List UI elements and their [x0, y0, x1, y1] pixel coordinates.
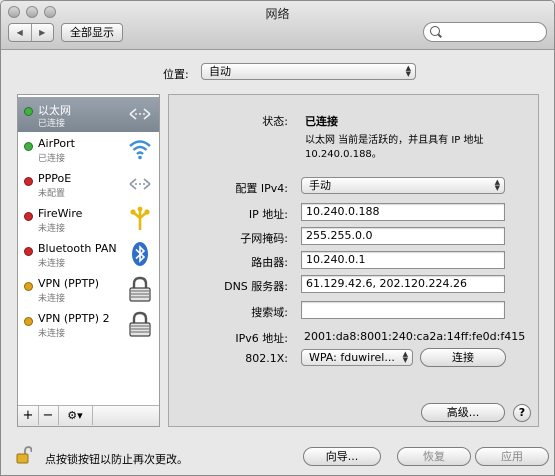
- ethernet-icon: [129, 178, 151, 190]
- advanced-button[interactable]: 高级...: [421, 403, 505, 422]
- location-label: 位置:: [163, 68, 189, 81]
- service-list-controls: + − ⚙▾: [18, 405, 159, 426]
- configure-ipv4-label: 配置 IPv4:: [235, 182, 288, 195]
- service-status: 未连接: [38, 329, 66, 339]
- bluetooth-icon: [132, 242, 148, 266]
- search-icon: [430, 26, 440, 36]
- subnet-mask-label: 子网掩码:: [240, 232, 288, 245]
- service-list: 以太网 已连接 AirPort 已连接 PPPoE 未配置 FireWire 未…: [17, 94, 160, 427]
- service-item-pppoe[interactable]: PPPoE 未配置: [18, 167, 159, 202]
- gear-menu-button[interactable]: ⚙▾: [58, 406, 93, 425]
- status-label: 状态:: [262, 115, 288, 128]
- add-service-button[interactable]: +: [18, 406, 39, 425]
- dns-server-field[interactable]: 61.129.42.6, 202.120.224.26: [301, 275, 505, 293]
- service-name: AirPort: [38, 137, 75, 150]
- location-popup[interactable]: 自动 ▲ ▼: [201, 63, 416, 80]
- service-item-vpn-pptp-2[interactable]: VPN (PPTP) 2 未连接: [18, 307, 159, 342]
- status-dot: [24, 247, 33, 256]
- ipv6-address-label: IPv6 地址:: [235, 332, 288, 345]
- configure-ipv4-value: 手动: [309, 179, 331, 192]
- title-bar: 网络 ◀ ▶ 全部显示: [1, 1, 554, 50]
- router-label: 路由器:: [251, 256, 288, 269]
- network-preferences-window: 网络 ◀ ▶ 全部显示 位置: 自动 ▲ ▼ 以太网 已连接 AirPort 已连…: [0, 0, 555, 476]
- connect-button[interactable]: 连接: [420, 348, 506, 367]
- ipv6-address-value: 2001:da8:8001:240:ca2a:14ff:fe0d:f415: [304, 330, 526, 343]
- service-item-vpn-pptp[interactable]: VPN (PPTP) 未连接: [18, 272, 159, 307]
- forward-arrow-icon[interactable]: ▶: [30, 24, 54, 41]
- dns-server-label: DNS 服务器:: [224, 280, 288, 293]
- lock-icon[interactable]: [16, 446, 32, 464]
- service-name: VPN (PPTP) 2: [38, 312, 110, 325]
- status-dot: [24, 282, 33, 291]
- service-status: 已连接: [38, 154, 66, 164]
- back-forward-control: ◀ ▶: [8, 23, 54, 42]
- status-description-ip: 10.240.0.188。: [305, 149, 382, 160]
- service-status: 未连接: [38, 294, 66, 304]
- revert-button[interactable]: 恢复: [397, 447, 471, 466]
- service-item-firewire[interactable]: FireWire 未连接: [18, 202, 159, 237]
- search-domains-label: 搜索域:: [251, 306, 288, 319]
- service-status: 已连接: [38, 119, 66, 129]
- service-name: PPPoE: [38, 172, 72, 185]
- service-name: VPN (PPTP): [38, 277, 100, 290]
- 802-1x-label: 802.1X:: [245, 352, 288, 365]
- remove-service-button[interactable]: −: [38, 406, 59, 425]
- service-item-bluetooth-pan[interactable]: Bluetooth PAN 未连接: [18, 237, 159, 272]
- service-status: 未连接: [38, 259, 66, 269]
- status-dot: [24, 142, 33, 151]
- back-arrow-icon[interactable]: ◀: [9, 24, 31, 41]
- assist-me-button[interactable]: 向导...: [303, 447, 381, 466]
- service-status: 未配置: [38, 189, 66, 199]
- location-value: 自动: [209, 65, 231, 78]
- popup-arrows-icon: ▲ ▼: [402, 350, 408, 364]
- service-name: FireWire: [38, 207, 83, 220]
- subnet-mask-field[interactable]: 255.255.0.0: [301, 227, 505, 245]
- status-description: 以太网 当前是活跃的，并且具有 IP 地址: [305, 135, 484, 146]
- status-dot: [24, 177, 33, 186]
- status-dot: [24, 107, 33, 116]
- ip-address-label: IP 地址:: [248, 208, 288, 221]
- status-dot: [24, 212, 33, 221]
- router-field[interactable]: 10.240.0.1: [301, 251, 505, 269]
- service-item-airport[interactable]: AirPort 已连接: [18, 132, 159, 167]
- status-dot: [24, 317, 33, 326]
- ethernet-icon: [129, 108, 151, 120]
- service-name: Bluetooth PAN: [38, 242, 117, 255]
- vpn-lock-icon: [129, 276, 151, 302]
- 802-1x-value: WPA: fduwirel...: [309, 351, 395, 364]
- network-details-pane: 状态: 已连接 以太网 当前是活跃的，并且具有 IP 地址 10.240.0.1…: [168, 94, 539, 427]
- vpn-lock-icon: [129, 311, 151, 337]
- service-status: 未连接: [38, 224, 66, 234]
- ip-address-field[interactable]: 10.240.0.188: [301, 203, 505, 221]
- apply-button[interactable]: 应用: [475, 447, 549, 466]
- search-field[interactable]: [423, 22, 547, 42]
- status-value: 已连接: [305, 115, 338, 128]
- firewire-icon: [130, 206, 150, 230]
- 802-1x-popup[interactable]: WPA: fduwirel... ▲ ▼: [301, 349, 413, 366]
- lock-hint-text: 点按锁按钮以防止再次更改。: [45, 453, 188, 466]
- wifi-icon: [129, 140, 151, 160]
- popup-arrows-icon: ▲ ▼: [494, 178, 500, 192]
- help-button[interactable]: ?: [513, 404, 531, 422]
- window-title: 网络: [265, 7, 290, 21]
- configure-ipv4-popup[interactable]: 手动 ▲ ▼: [301, 177, 505, 194]
- service-item-ethernet[interactable]: 以太网 已连接: [18, 97, 159, 132]
- popup-arrows-icon: ▲ ▼: [405, 64, 411, 78]
- search-domains-field[interactable]: [301, 301, 505, 319]
- show-all-button[interactable]: 全部显示: [61, 23, 123, 42]
